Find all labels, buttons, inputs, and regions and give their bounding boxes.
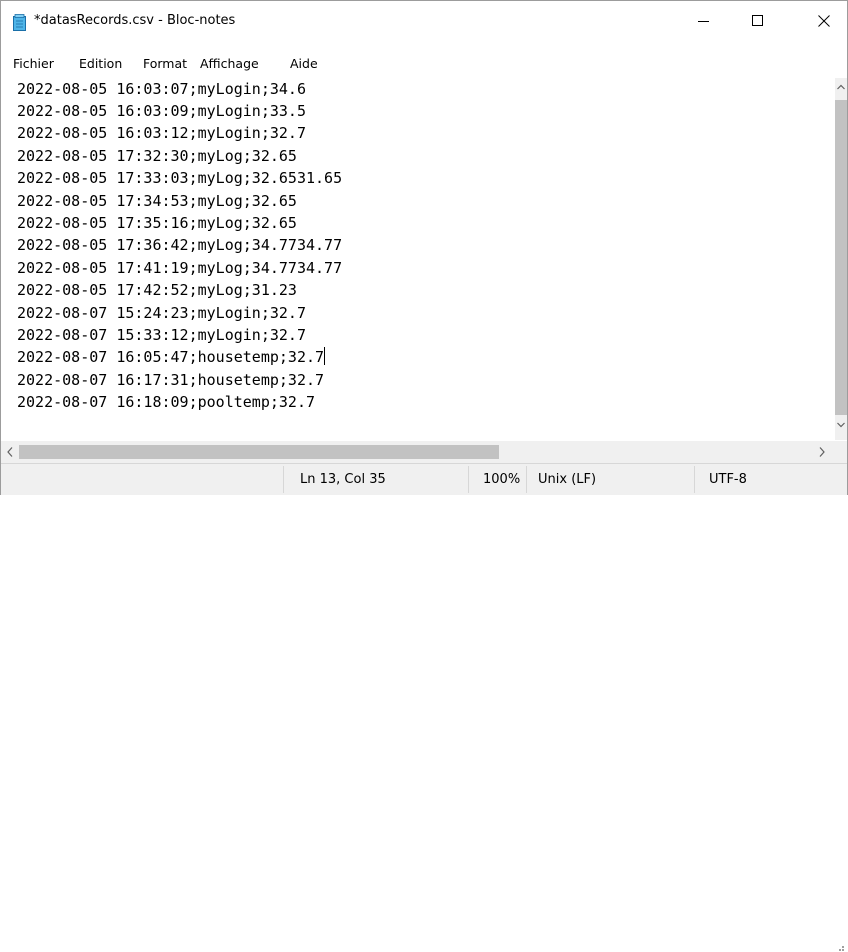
- maximize-icon: [752, 15, 763, 26]
- scroll-right-arrow-icon[interactable]: [819, 447, 825, 457]
- horizontal-scroll-thumb[interactable]: [19, 445, 499, 459]
- minimize-button[interactable]: [681, 1, 727, 41]
- status-encoding: UTF-8: [709, 472, 747, 487]
- scrollbar-corner: [835, 441, 847, 463]
- text-editor[interactable]: 2022-08-05 16:03:07;myLogin;34.6 2022-08…: [1, 78, 835, 440]
- menu-format[interactable]: Format: [143, 56, 187, 71]
- menu-fichier[interactable]: Fichier: [13, 56, 54, 71]
- text-line: 2022-08-05 16:03:09;myLogin;33.5: [17, 102, 306, 120]
- close-button[interactable]: [801, 1, 847, 41]
- horizontal-scrollbar[interactable]: [1, 441, 835, 463]
- minimize-icon: [698, 21, 709, 22]
- status-zoom: 100%: [483, 472, 521, 487]
- resize-grip-icon[interactable]: [835, 942, 845, 952]
- text-line: 2022-08-07 15:33:12;myLogin;32.7: [17, 326, 306, 344]
- text-line: 2022-08-05 17:33:03;myLog;32.6531.65: [17, 169, 343, 187]
- text-line: 2022-08-05 17:42:52;myLog;31.23: [17, 281, 297, 299]
- status-separator: [468, 466, 469, 493]
- status-separator: [526, 466, 527, 493]
- text-line: 2022-08-05 16:03:07;myLogin;34.6: [17, 80, 306, 98]
- text-line: 2022-08-05 16:03:12;myLogin;32.7: [17, 124, 306, 142]
- status-bar: Ln 13, Col 35 100% Unix (LF) UTF-8: [1, 463, 847, 951]
- text-line: 2022-08-05 17:32:30;myLog;32.65: [17, 147, 297, 165]
- text-line: 2022-08-07 15:24:23;myLogin;32.7: [17, 304, 306, 322]
- text-line: 2022-08-05 17:36:42;myLog;34.7734.77: [17, 236, 343, 254]
- text-line: 2022-08-05 17:41:19;myLog;34.7734.77: [17, 259, 343, 277]
- text-line: 2022-08-07 16:18:09;pooltemp;32.7: [17, 393, 316, 411]
- status-separator: [694, 466, 695, 493]
- notepad-icon: [13, 14, 27, 31]
- text-caret: [324, 347, 326, 365]
- window-title: *datasRecords.csv - Bloc-notes: [34, 13, 236, 28]
- text-line-with-caret: 2022-08-07 16:05:47;housetemp;32.7: [17, 346, 326, 368]
- close-icon: [818, 15, 830, 27]
- scroll-up-arrow-icon[interactable]: [837, 84, 845, 90]
- vertical-scroll-thumb[interactable]: [835, 100, 847, 415]
- text-line: 2022-08-05 17:35:16;myLog;32.65: [17, 214, 297, 232]
- notepad-window: *datasRecords.csv - Bloc-notes Fichier E…: [0, 0, 848, 951]
- status-cursor-position: Ln 13, Col 35: [300, 472, 386, 487]
- scroll-left-arrow-icon[interactable]: [7, 447, 13, 457]
- menu-affichage[interactable]: Affichage: [200, 56, 259, 71]
- maximize-button[interactable]: [735, 1, 781, 41]
- menu-aide[interactable]: Aide: [290, 56, 318, 71]
- text-line: 2022-08-07 16:17:31;housetemp;32.7: [17, 371, 325, 389]
- menu-edition[interactable]: Edition: [79, 56, 122, 71]
- text-line-content: 2022-08-07 16:05:47;housetemp;32.7: [17, 348, 325, 366]
- text-line: 2022-08-05 17:34:53;myLog;32.65: [17, 192, 297, 210]
- title-bar[interactable]: *datasRecords.csv - Bloc-notes: [1, 1, 847, 41]
- status-separator: [283, 466, 284, 493]
- menu-bar: Fichier Edition Format Affichage Aide: [1, 53, 847, 75]
- scroll-down-arrow-icon[interactable]: [837, 422, 845, 428]
- vertical-scrollbar[interactable]: [835, 78, 847, 440]
- status-line-ending: Unix (LF): [538, 472, 597, 487]
